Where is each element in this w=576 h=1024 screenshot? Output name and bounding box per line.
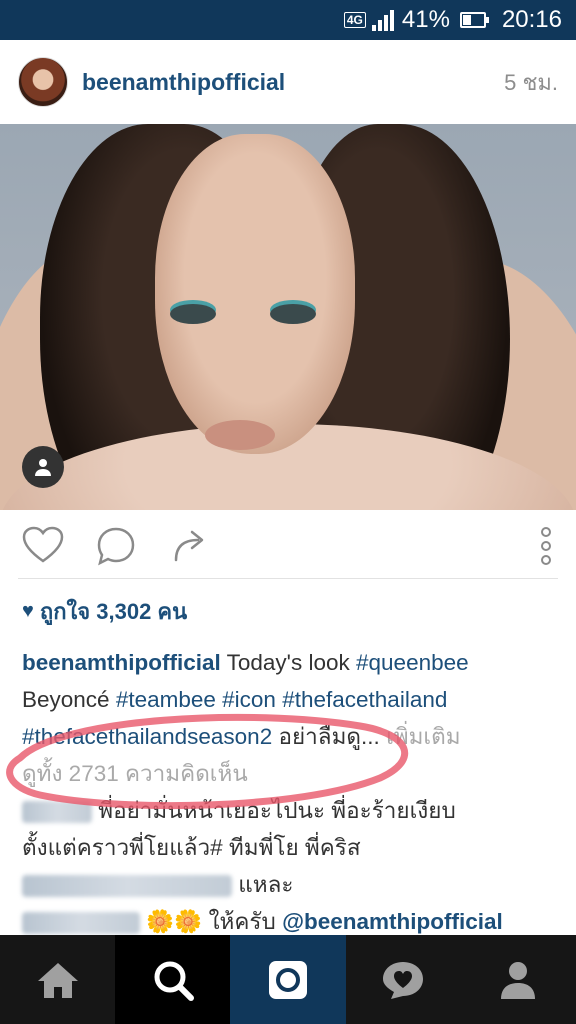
like-count[interactable]: ♥ ถูกใจ 3,302 คน — [22, 594, 187, 629]
heart-icon: ♥ — [22, 600, 34, 622]
comment-item: แหละ — [22, 866, 558, 903]
hashtag-thefacethailandseason2[interactable]: #thefacethailandseason2 — [22, 724, 272, 749]
comment-text: แหละ — [238, 872, 294, 897]
battery-icon — [459, 12, 489, 28]
nav-search[interactable] — [115, 935, 231, 1024]
hashtag-icon[interactable]: #icon — [222, 687, 276, 712]
caption: beenamthipofficial Today's look #queenbe… — [22, 644, 558, 940]
nav-home[interactable] — [0, 935, 115, 1024]
signal-icon — [370, 9, 394, 31]
nav-profile[interactable] — [461, 935, 576, 1024]
nav-activity[interactable] — [346, 935, 461, 1024]
comment-item: พี่อย่ามั่นหน้าเยอะไปนะ พี่อะร้ายเงียบ — [22, 792, 558, 829]
hashtag-teambee[interactable]: #teambee — [116, 687, 216, 712]
profile-icon — [501, 961, 536, 999]
comment-text: พี่อย่ามั่นหน้าเยอะไปนะ พี่อะร้ายเงียบ — [98, 798, 456, 823]
post-actions — [0, 522, 576, 570]
comment-bubble-icon[interactable] — [96, 526, 136, 570]
post-username[interactable]: beenamthipofficial — [82, 69, 285, 96]
share-arrow-icon[interactable] — [172, 526, 210, 568]
post-header: beenamthipofficial 5 ชม. — [0, 40, 576, 124]
blurred-username[interactable] — [22, 801, 92, 824]
caption-text-2: Beyoncé — [22, 687, 116, 712]
nav-camera[interactable] — [230, 935, 346, 1024]
divider — [18, 578, 558, 579]
caption-text: Today's look — [226, 650, 357, 675]
blurred-username[interactable] — [22, 875, 232, 898]
caption-tail: อย่าลืมดู... — [278, 724, 380, 749]
search-icon — [154, 961, 194, 1001]
caption-username[interactable]: beenamthipofficial — [22, 650, 221, 675]
vertical-dots-icon[interactable] — [536, 524, 556, 572]
more-link[interactable]: เพิ่มเติม — [386, 724, 461, 749]
home-icon — [37, 962, 78, 998]
blurred-username[interactable] — [22, 912, 140, 935]
heart-outline-icon[interactable] — [22, 526, 64, 568]
likes-text: ถูกใจ 3,302 คน — [39, 599, 188, 624]
camera-icon — [268, 960, 307, 999]
post-photo[interactable] — [0, 124, 576, 510]
battery-percent: 41% — [401, 6, 450, 33]
flower-emoji: 🌼🌼 — [146, 909, 203, 934]
status-bar: 4G 41% 20:16 — [0, 0, 576, 40]
post-timestamp: 5 ชม. — [504, 69, 558, 95]
comment-text: ให้ครับ — [208, 909, 283, 934]
activity-heart-icon — [383, 961, 424, 999]
comment-item-continued: ตั้งแต่คราวพี่โยแล้ว# ทีมพี่โย พี่คริส — [22, 829, 558, 866]
person-icon[interactable] — [22, 446, 64, 488]
bottom-nav — [0, 935, 576, 1024]
comment-text: ตั้งแต่คราวพี่โยแล้ว# ทีมพี่โย พี่คริส — [22, 835, 361, 860]
clock: 20:16 — [501, 6, 562, 33]
network-type: 4G — [343, 12, 366, 28]
avatar[interactable] — [18, 57, 68, 107]
hashtag-thefacethailand[interactable]: #thefacethailand — [282, 687, 447, 712]
view-all-comments-link[interactable]: ดูทั้ง 2731 ความคิดเห็น — [22, 755, 558, 792]
hashtag-queenbee[interactable]: #queenbee — [356, 650, 469, 675]
comment-mention[interactable]: @beenamthipofficial — [282, 909, 503, 934]
